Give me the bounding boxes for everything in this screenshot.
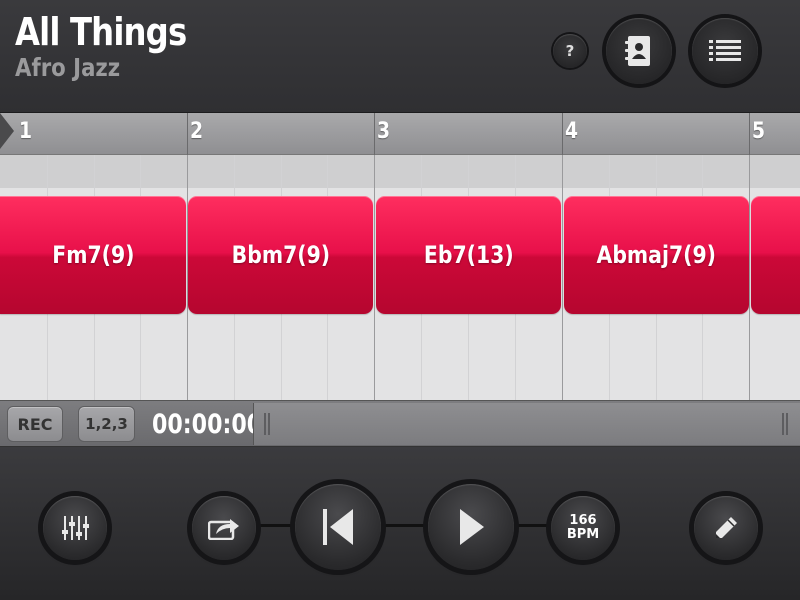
connector-line — [375, 524, 433, 527]
bar-number: 5 — [752, 119, 766, 144]
playhead-marker[interactable] — [0, 113, 14, 149]
header: All Things Afro Jazz ? — [0, 0, 800, 113]
chord-label: Abmaj7(9) — [596, 241, 717, 269]
chord-block[interactable]: Eb7(13) — [376, 196, 561, 314]
scrubber-end-handle[interactable] — [782, 413, 788, 435]
chord-label: Bbm7(9) — [231, 241, 330, 269]
help-button[interactable]: ? — [553, 34, 587, 68]
scrubber-start-handle[interactable] — [264, 413, 270, 435]
skip-back-icon — [323, 509, 353, 545]
bar-number: 3 — [377, 119, 391, 144]
bpm-value: 166 — [569, 513, 597, 528]
help-icon: ? — [565, 42, 575, 60]
chord-label: Fm7(9) — [51, 241, 135, 269]
connector-line — [250, 524, 300, 527]
share-button[interactable] — [192, 496, 256, 560]
position-scrubber[interactable] — [253, 403, 800, 445]
play-button[interactable] — [428, 484, 514, 570]
share-icon — [208, 519, 239, 540]
tempo-button[interactable]: 166 BPM — [551, 496, 615, 560]
bar-number: 1 — [19, 119, 33, 144]
chord-label: Eb7(13) — [423, 241, 514, 269]
mixer-sliders-icon — [62, 516, 89, 540]
bpm-unit: BPM — [566, 527, 600, 542]
pencil-icon — [716, 517, 737, 538]
mixer-button[interactable] — [43, 496, 107, 560]
chord-track: Fm7(9) Bbm7(9) Eb7(13) Abmaj7(9) — [0, 155, 800, 400]
song-list-button[interactable] — [692, 18, 758, 84]
play-icon — [460, 509, 484, 545]
transport-strip: REC 1,2,3 00:00:00 — [0, 400, 800, 447]
chord-block[interactable] — [751, 196, 800, 314]
address-book-icon — [625, 36, 650, 66]
chord-block[interactable]: Bbm7(9) — [188, 196, 373, 314]
count-in-button[interactable]: 1,2,3 — [78, 406, 135, 442]
edit-button[interactable] — [694, 496, 758, 560]
chord-block[interactable]: Abmaj7(9) — [564, 196, 749, 314]
skip-to-start-button[interactable] — [295, 484, 381, 570]
chord-block[interactable]: Fm7(9) — [0, 196, 186, 314]
song-title: All Things — [15, 10, 187, 54]
bar-number: 4 — [565, 119, 579, 144]
time-display: 00:00:00 — [152, 409, 263, 440]
list-icon — [709, 40, 741, 61]
track-header-strip — [0, 155, 800, 188]
connector-line — [508, 524, 556, 527]
bar-number: 2 — [190, 119, 204, 144]
record-button[interactable]: REC — [7, 406, 63, 442]
bar-ruler[interactable]: 1 2 3 4 5 — [0, 113, 800, 155]
song-style[interactable]: Afro Jazz — [15, 53, 120, 82]
songbook-button[interactable] — [606, 18, 672, 84]
